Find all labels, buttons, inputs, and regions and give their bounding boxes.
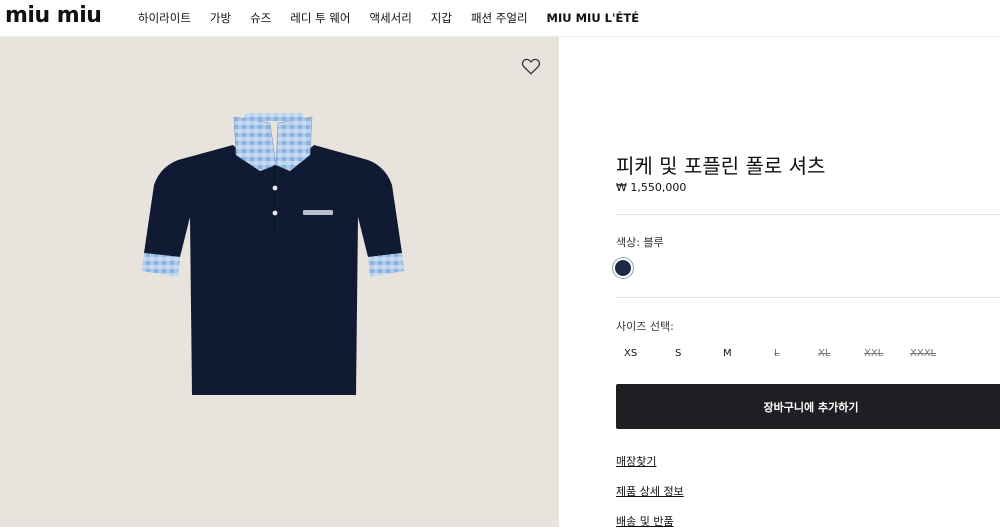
divider — [616, 297, 1000, 298]
size-option-m[interactable]: M — [723, 348, 732, 359]
size-option-xl-unavailable[interactable]: XL — [818, 348, 830, 359]
nav-item-highlights[interactable]: 하이라이트 — [138, 10, 191, 26]
size-option-l-unavailable[interactable]: L — [774, 348, 780, 359]
color-label: 색상: 블루 — [616, 236, 664, 249]
store-locator-link[interactable]: 매장찾기 — [616, 453, 656, 469]
main-nav: 하이라이트 가방 슈즈 레디 투 웨어 액세서리 지갑 패션 주얼리 MIU M… — [138, 0, 639, 36]
nav-item-fashion-jewelry[interactable]: 패션 주얼리 — [471, 10, 528, 26]
wishlist-heart-icon[interactable] — [520, 55, 542, 77]
nav-item-accessories[interactable]: 액세서리 — [369, 10, 411, 26]
brand-logo[interactable]: miu miu — [5, 3, 102, 29]
divider — [616, 214, 1000, 215]
add-to-cart-button[interactable]: 장바구니에 추가하기 — [616, 384, 1000, 429]
size-option-xxl-unavailable[interactable]: XXL — [864, 348, 883, 359]
product-image-panel — [0, 37, 559, 527]
size-option-s[interactable]: S — [675, 348, 681, 359]
color-swatch-blue[interactable] — [615, 260, 631, 276]
size-option-xs[interactable]: XS — [624, 348, 637, 359]
nav-item-shoes[interactable]: 슈즈 — [250, 10, 271, 26]
size-option-xxxl-unavailable[interactable]: XXXL — [910, 348, 936, 359]
size-label: 사이즈 선택: — [616, 320, 674, 333]
product-image-polo-shirt — [142, 113, 404, 395]
product-title: 피케 및 포플린 폴로 셔츠 — [616, 154, 826, 178]
site-header: miu miu 하이라이트 가방 슈즈 레디 투 웨어 액세서리 지갑 패션 주… — [0, 0, 1000, 37]
nav-item-miu-miu-lete[interactable]: MIU MIU L'ÉTÉ — [547, 11, 640, 25]
product-details-link[interactable]: 제품 상세 정보 — [616, 483, 684, 499]
nav-item-wallets[interactable]: 지갑 — [431, 10, 452, 26]
product-price: ₩ 1,550,000 — [616, 181, 687, 194]
nav-item-bags[interactable]: 가방 — [210, 10, 231, 26]
nav-item-ready-to-wear[interactable]: 레디 투 웨어 — [290, 10, 350, 26]
product-info-panel: 피케 및 포플린 폴로 셔츠 ₩ 1,550,000 색상: 블루 사이즈 선택… — [559, 37, 1000, 528]
